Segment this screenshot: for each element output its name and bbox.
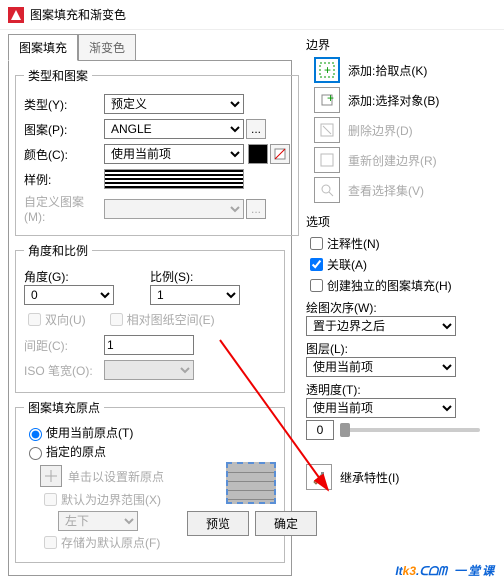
- remove-icon: [319, 122, 335, 138]
- label-inherit: 继承特性(I): [340, 469, 399, 486]
- check-indep[interactable]: 创建独立的图案填充(H): [306, 276, 480, 295]
- pattern-browse-button[interactable]: ...: [246, 119, 266, 139]
- label-layer: 图层(L):: [306, 340, 480, 357]
- window-title: 图案填充和渐变色: [30, 6, 126, 23]
- label-remove: 删除边界(D): [348, 122, 413, 139]
- pick-point-icon: +: [319, 62, 335, 78]
- radio-specified[interactable]: [29, 447, 42, 460]
- select-color[interactable]: 使用当前项: [104, 144, 244, 164]
- preview-button[interactable]: 预览: [187, 511, 249, 536]
- label-trans: 透明度(T):: [306, 381, 480, 398]
- set-origin-button: [40, 465, 62, 487]
- tab-hatch[interactable]: 图案填充: [8, 34, 78, 61]
- input-spacing[interactable]: [104, 335, 194, 355]
- check-relpaper: 相对图纸空间(E): [106, 310, 215, 329]
- label-angle: 角度(G):: [24, 268, 150, 285]
- sample-preview[interactable]: [104, 169, 244, 189]
- group-type-pattern: 类型和图案 类型(Y): 预定义 图案(P): ANGLE ... 颜色(C):…: [15, 67, 299, 236]
- select-scale[interactable]: 1: [150, 285, 240, 305]
- origin-preview: [226, 462, 276, 504]
- tabs: 图案填充 渐变色: [8, 34, 292, 61]
- label-viewsel: 查看选择集(V): [348, 182, 424, 199]
- label-click-set: 单击以设置新原点: [68, 468, 164, 485]
- check-default-bound: 默认为边界范围(X): [40, 490, 226, 509]
- ok-button[interactable]: 确定: [255, 511, 317, 536]
- legend-angle-scale: 角度和比例: [24, 242, 92, 259]
- inherit-button[interactable]: [306, 464, 332, 490]
- label-color: 颜色(C):: [24, 146, 104, 163]
- label-custom: 自定义图案(M):: [24, 193, 104, 224]
- tab-panel: 类型和图案 类型(Y): 预定义 图案(P): ANGLE ... 颜色(C):…: [8, 60, 292, 576]
- recreate-boundary-button: [314, 147, 340, 173]
- brush-icon: [311, 469, 327, 485]
- slider-trans[interactable]: [340, 428, 480, 432]
- section-boundary: 边界: [306, 36, 480, 53]
- view-selection-button: [314, 177, 340, 203]
- label-iso: ISO 笔宽(O):: [24, 362, 104, 379]
- svg-text:+: +: [324, 63, 331, 77]
- legend-origin: 图案填充原点: [24, 399, 104, 416]
- select-draworder[interactable]: 置于边界之后: [306, 316, 456, 336]
- app-logo-icon: [8, 7, 24, 23]
- remove-boundary-button: [314, 117, 340, 143]
- add-select-button[interactable]: +: [314, 87, 340, 113]
- select-angle[interactable]: 0: [24, 285, 114, 305]
- titlebar: 图案填充和渐变色: [0, 0, 504, 30]
- label-recreate: 重新创建边界(R): [348, 152, 437, 169]
- label-add-select: 添加:选择对象(B): [348, 92, 439, 109]
- group-angle-scale: 角度和比例 角度(G): 0 比例(S): 1 双向(U) 相对图纸空间(E) …: [15, 242, 285, 393]
- watermark: Itk3.ᑕᗝᗰ 一堂课: [395, 551, 496, 582]
- select-trans[interactable]: 使用当前项: [306, 398, 456, 418]
- select-pattern[interactable]: ANGLE: [104, 119, 244, 139]
- group-origin: 图案填充原点 使用当前原点(T) 指定的原点 单击以设置新原点 默认为边界范围(…: [15, 399, 285, 563]
- label-scale: 比例(S):: [150, 268, 276, 285]
- select-layer[interactable]: 使用当前项: [306, 357, 456, 377]
- svg-text:+: +: [327, 92, 334, 105]
- check-annotative[interactable]: 注释性(N): [306, 234, 480, 253]
- label-spacing: 间距(C):: [24, 337, 104, 354]
- label-add-pick: 添加:拾取点(K): [348, 62, 427, 79]
- legend-type-pattern: 类型和图案: [24, 67, 92, 84]
- magnifier-icon: [319, 182, 335, 198]
- check-assoc[interactable]: 关联(A): [306, 255, 480, 274]
- recreate-icon: [319, 152, 335, 168]
- label-sample: 样例:: [24, 171, 104, 188]
- label-type: 类型(Y):: [24, 96, 104, 113]
- input-trans-num[interactable]: [306, 420, 334, 440]
- add-pick-button[interactable]: +: [314, 57, 340, 83]
- radio-use-current[interactable]: [29, 428, 42, 441]
- tab-gradient[interactable]: 渐变色: [78, 34, 136, 61]
- select-iso: [104, 360, 194, 380]
- label-pattern: 图案(P):: [24, 121, 104, 138]
- section-options: 选项: [306, 213, 480, 230]
- select-custom: [104, 199, 244, 219]
- label-draworder: 绘图次序(W):: [306, 299, 480, 316]
- none-icon: [274, 148, 286, 160]
- footer: 预览 确定: [8, 511, 496, 536]
- check-bidir: 双向(U): [24, 310, 86, 329]
- select-type[interactable]: 预定义: [104, 94, 244, 114]
- crosshair-icon: [45, 470, 57, 482]
- color-bg-button[interactable]: [270, 144, 290, 164]
- select-object-icon: +: [319, 92, 335, 108]
- color-swatch-fg[interactable]: [248, 144, 268, 164]
- custom-browse-button: ...: [246, 199, 266, 219]
